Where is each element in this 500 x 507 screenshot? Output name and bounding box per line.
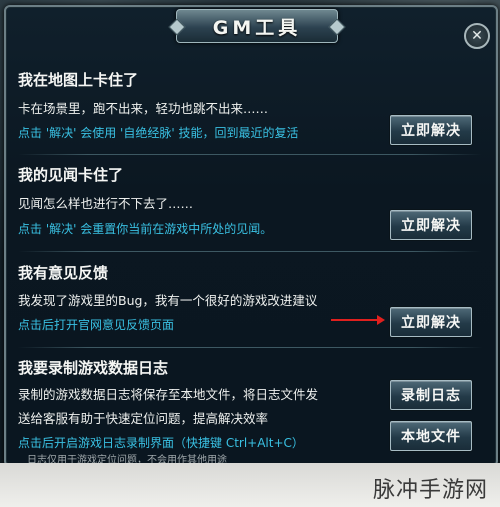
section-feedback-title: 我有意见反馈 bbox=[18, 264, 109, 282]
section-stuck-quest-desc: 见闻怎么样也进行不下去了…… bbox=[18, 196, 194, 211]
section-stuck-map-desc: 卡在场景里，跑不出来，轻功也跳不出来…… bbox=[18, 101, 269, 116]
section-stuck-map-title: 我在地图上卡住了 bbox=[18, 71, 139, 89]
section-stuck-map-hint: 点击 '解决' 会使用 '自绝经脉' 技能，回到最近的复活 bbox=[18, 126, 299, 140]
section-log-desc-line1: 录制的游戏数据日志将保存至本地文件，将日志文件发 bbox=[18, 387, 319, 402]
feedback-button[interactable]: 立即解决 bbox=[390, 307, 472, 337]
section-divider bbox=[18, 347, 482, 348]
section-feedback-hint: 点击后打开官网意见反馈页面 bbox=[18, 318, 175, 332]
section-log-title: 我要录制游戏数据日志 bbox=[18, 359, 169, 377]
gm-tool-dialog: GM工具 ✕ 我在地图上卡住了 卡在场景里，跑不出来，轻功也跳不出来…… 点击 … bbox=[4, 5, 498, 467]
record-log-button[interactable]: 录制日志 bbox=[390, 380, 472, 410]
dialog-title-bar: GM工具 bbox=[176, 9, 338, 43]
section-log-desc-line2: 送给客服有助于快速定位问题，提高解决效率 bbox=[18, 411, 269, 426]
section-divider bbox=[18, 154, 482, 155]
local-file-button[interactable]: 本地文件 bbox=[390, 421, 472, 451]
section-log-hint: 点击后开启游戏日志录制界面（快捷键 Ctrl+Alt+C） bbox=[18, 436, 304, 450]
resolve-stuck-quest-button[interactable]: 立即解决 bbox=[390, 210, 472, 240]
dialog-title: GM工具 bbox=[212, 16, 302, 39]
section-divider bbox=[18, 251, 482, 252]
watermark: 脉冲手游网 bbox=[372, 478, 488, 503]
red-arrow-annotation bbox=[331, 315, 385, 325]
resolve-stuck-map-button[interactable]: 立即解决 bbox=[390, 115, 472, 145]
section-stuck-quest-hint: 点击 '解决' 会重置你当前在游戏中所处的见闻。 bbox=[18, 222, 273, 236]
section-feedback-desc: 我发现了游戏里的Bug，我有一个很好的游戏改进建议 bbox=[18, 293, 318, 308]
close-icon[interactable]: ✕ bbox=[464, 23, 490, 49]
section-stuck-quest-title: 我的见闻卡住了 bbox=[18, 166, 124, 184]
